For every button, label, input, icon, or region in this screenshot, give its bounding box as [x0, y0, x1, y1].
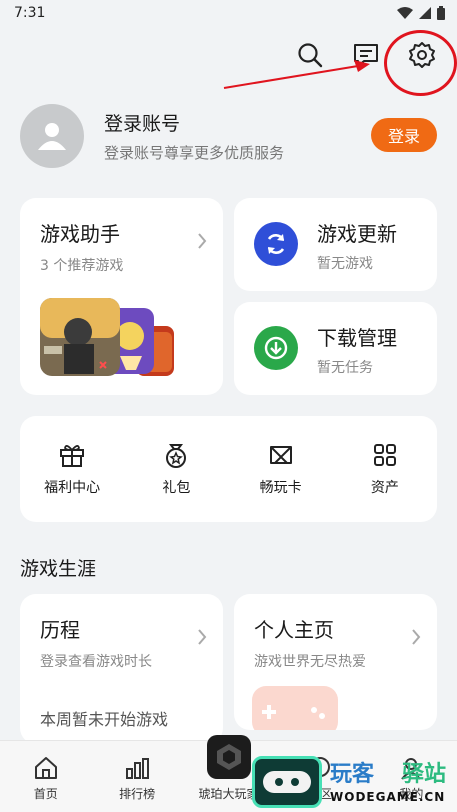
game-update-card[interactable]: 游戏更新 暂无游戏: [234, 198, 437, 291]
watermark-url: WODEGAME.CN: [330, 790, 446, 804]
status-time: 7:31: [14, 5, 46, 21]
giftpack-icon: [166, 444, 187, 468]
gamepad-illustration: [252, 686, 338, 730]
quick-item-assets[interactable]: 资产: [333, 416, 437, 522]
quick-item-label: 资产: [370, 480, 399, 496]
profile-title: 个人主页: [254, 618, 334, 642]
login-button[interactable]: 登录: [371, 118, 437, 152]
assistant-title: 游戏助手: [40, 222, 120, 246]
quick-item-playcard[interactable]: 畅玩卡: [229, 416, 333, 522]
assistant-subtitle: 3 个推荐游戏: [40, 258, 124, 274]
history-note: 本周暂未开始游戏: [40, 710, 169, 729]
annotation-circle: [384, 30, 457, 96]
quick-item-label: 福利中心: [44, 480, 101, 496]
annotation-arrow: [223, 60, 370, 89]
download-title: 下载管理: [317, 326, 397, 350]
signal-icon: [419, 7, 431, 19]
tab-label: 琥珀大玩家: [198, 787, 259, 801]
quick-item-welfare[interactable]: 福利中心: [20, 416, 124, 522]
tab-label: 排行榜: [119, 787, 156, 801]
amber-icon: [206, 735, 251, 779]
download-text: 下载管理 暂无任务: [317, 322, 397, 377]
chevron-right-icon: [198, 233, 207, 249]
tab-home[interactable]: 首页: [0, 741, 91, 812]
battery-icon: [437, 6, 445, 20]
assets-icon: [373, 444, 396, 466]
avatar[interactable]: [20, 104, 84, 168]
tab-label: 首页: [33, 787, 58, 801]
home-icon: [34, 757, 57, 779]
history-card[interactable]: 历程 登录查看游戏时长 本周暂未开始游戏: [20, 594, 223, 744]
gift-icon: [60, 445, 85, 467]
status-icons: [397, 6, 445, 20]
section-title-career: 游戏生涯: [20, 558, 97, 580]
ranking-icon: [126, 758, 150, 779]
update-title: 游戏更新: [317, 222, 397, 246]
update-subtitle: 暂无游戏: [317, 256, 373, 272]
refresh-icon: [267, 234, 285, 254]
account-row[interactable]: 登录账号 登录账号尊享更多优质服务 登录: [20, 104, 437, 168]
chevron-right-icon: [198, 629, 207, 645]
profile-card[interactable]: 个人主页 游戏世界无尽热爱: [234, 594, 437, 730]
quick-item-label: 畅玩卡: [259, 480, 302, 496]
update-text: 游戏更新 暂无游戏: [317, 218, 397, 273]
game-thumbnails: [40, 298, 174, 376]
watermark-logo: [252, 756, 322, 808]
wifi-icon: [397, 7, 413, 19]
quick-access-card: 福利中心 礼包 畅玩卡 资产: [20, 416, 437, 522]
quick-item-giftpack[interactable]: 礼包: [124, 416, 228, 522]
download-manager-card[interactable]: 下载管理 暂无任务: [234, 302, 437, 395]
history-title: 历程: [40, 618, 80, 642]
history-subtitle: 登录查看游戏时长: [40, 654, 152, 670]
update-icon-wrap: [254, 222, 298, 266]
user-icon: [38, 123, 66, 150]
quick-item-label: 礼包: [162, 480, 191, 496]
watermark-text-2: 驿站: [402, 762, 447, 787]
watermark: 玩客 驿站 WODEGAME.CN: [252, 756, 452, 810]
playcard-icon: [269, 446, 292, 464]
status-bar: 7:31: [0, 0, 457, 26]
download-icon-wrap: [254, 326, 298, 370]
profile-subtitle: 游戏世界无尽热爱: [254, 654, 366, 670]
download-icon: [264, 336, 288, 360]
game-assistant-card[interactable]: 游戏助手 3 个推荐游戏: [20, 198, 223, 395]
chevron-right-icon: [412, 629, 421, 645]
download-subtitle: 暂无任务: [317, 360, 373, 376]
watermark-text-1: 玩客: [330, 762, 375, 787]
tab-ranking[interactable]: 排行榜: [91, 741, 182, 812]
